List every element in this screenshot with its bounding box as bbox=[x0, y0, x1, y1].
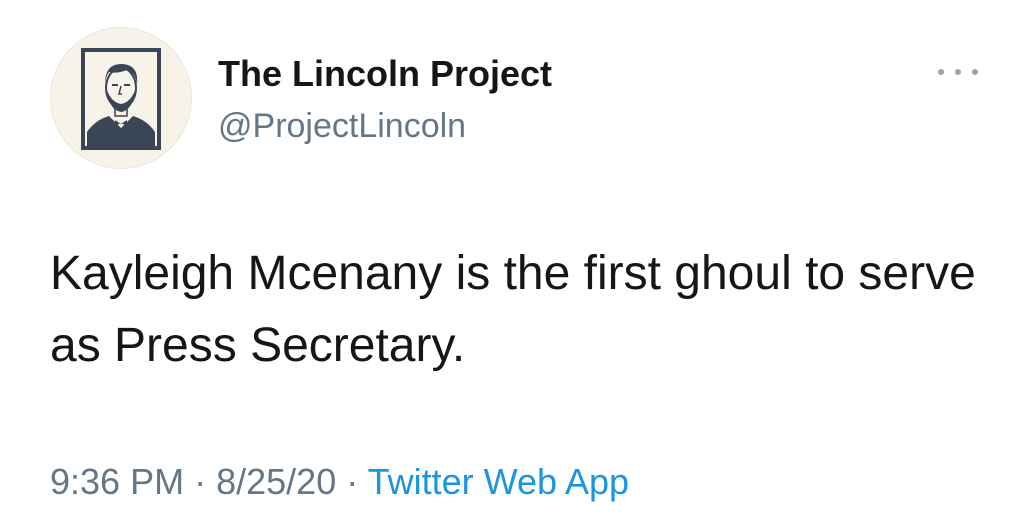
tweet-time[interactable]: 9:36 PM bbox=[50, 461, 184, 502]
more-options-icon[interactable] bbox=[934, 57, 982, 87]
tweet-meta: 9:36 PM · 8/25/20 · Twitter Web App bbox=[50, 458, 629, 506]
dot bbox=[955, 69, 961, 75]
source-app-link[interactable]: Twitter Web App bbox=[368, 461, 629, 502]
meta-separator: · bbox=[194, 461, 207, 502]
author-name[interactable]: The Lincoln Project bbox=[218, 52, 552, 96]
dot bbox=[972, 69, 978, 75]
meta-separator: · bbox=[346, 461, 359, 502]
tweet-date[interactable]: 8/25/20 bbox=[216, 461, 336, 502]
dot bbox=[938, 69, 944, 75]
tweet-card: The Lincoln Project @ProjectLincoln Kayl… bbox=[0, 0, 1024, 524]
tweet-text: Kayleigh Mcenany is the first ghoul to s… bbox=[50, 247, 976, 372]
author-handle[interactable]: @ProjectLincoln bbox=[218, 105, 466, 147]
avatar[interactable] bbox=[50, 27, 192, 169]
lincoln-portrait-icon bbox=[81, 48, 161, 150]
